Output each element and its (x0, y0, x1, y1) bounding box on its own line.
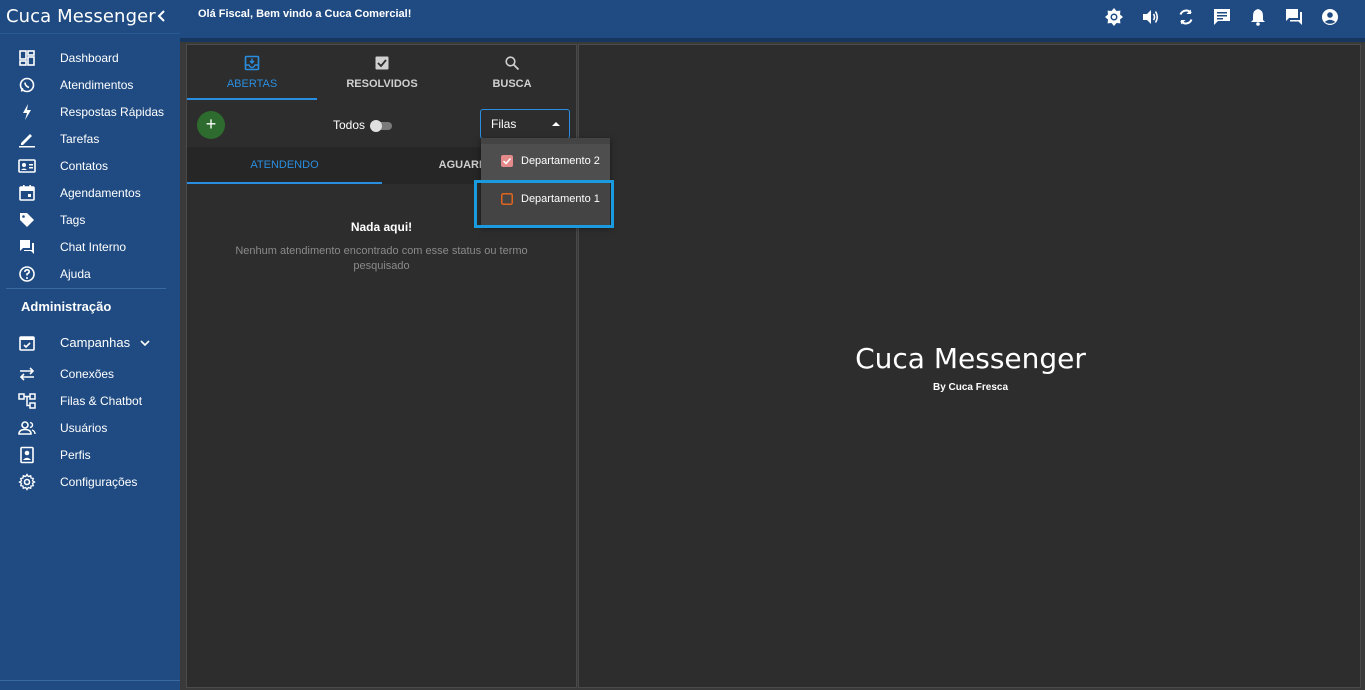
sidebar-item-chat-interno[interactable]: Chat Interno (0, 233, 180, 260)
sidebar-item-label: Dashboard (60, 50, 119, 65)
sidebar-item-configuracoes[interactable]: Configurações (0, 468, 180, 495)
todos-toggle[interactable] (370, 120, 392, 132)
refresh-icon[interactable] (1176, 7, 1196, 27)
topbar: Olá Fiscal, Bem vindo a Cuca Comercial! (180, 0, 1365, 38)
tab-label: BUSCA (492, 78, 532, 90)
hierarchy-icon (18, 392, 36, 409)
sidebar-item-respostas-rapidas[interactable]: Respostas Rápidas (0, 98, 180, 125)
sidebar-item-label: Usuários (60, 420, 108, 435)
sidebar-item-label: Contatos (60, 158, 109, 173)
checkbox-empty-icon[interactable] (501, 193, 513, 205)
sidebar-item-contatos[interactable]: Contatos (0, 152, 180, 179)
brightness-icon[interactable] (1104, 7, 1124, 27)
sidebar-item-label: Respostas Rápidas (60, 104, 165, 119)
empty-state-description: Nenhum atendimento encontrado com esse s… (235, 245, 528, 272)
add-ticket-button[interactable]: + (197, 111, 225, 139)
tab-resolvidos[interactable]: RESOLVIDOS (317, 45, 447, 100)
queue-select[interactable]: Filas (480, 109, 570, 139)
gear-icon (18, 472, 36, 491)
brand-byline: By Cuca Fresca (932, 382, 1009, 393)
people-icon (18, 420, 36, 435)
tickets-tabs: ABERTAS RESOLVIDOS BUSCA (187, 45, 576, 100)
sidebar-item-campanhas[interactable]: Campanhas (0, 329, 180, 356)
queue-select-value: Filas (491, 117, 517, 131)
sidebar-item-filas-chatbot[interactable]: Filas & Chatbot (0, 387, 180, 414)
active-subtab-indicator (187, 182, 382, 184)
toggle-knob (370, 120, 382, 132)
calendar-icon (19, 184, 35, 201)
sidebar-item-label: Tags (60, 212, 86, 227)
forum-icon (20, 239, 34, 254)
greeting-text: Olá Fiscal, Bem vindo a Cuca Comercial! (198, 8, 412, 20)
dashboard-icon (19, 49, 35, 66)
pencil-icon (19, 133, 35, 147)
queue-option-departamento-1[interactable]: Departamento 1 (481, 182, 610, 218)
tag-icon (20, 212, 34, 227)
lightning-icon (23, 103, 31, 120)
account-icon[interactable] (1320, 7, 1340, 27)
app-title: Cuca Messenger (6, 6, 156, 27)
inbox-icon (244, 55, 260, 71)
sidebar-item-perfis[interactable]: Perfis (0, 441, 180, 468)
sidebar-item-label: Conexões (60, 366, 115, 381)
sidebar-item-label: Ajuda (60, 266, 91, 281)
subtab-atendendo[interactable]: ATENDENDO (187, 147, 382, 184)
sidebar-item-usuarios[interactable]: Usuários (0, 414, 180, 441)
sidebar-item-label: Chat Interno (60, 239, 127, 254)
tab-busca[interactable]: BUSCA (447, 45, 577, 100)
sidebar: Cuca Messenger Dashboard Atendimentos Re… (0, 0, 180, 690)
sidebar-item-ajuda[interactable]: Ajuda (0, 260, 180, 287)
sidebar-item-conexoes[interactable]: Conexões (0, 360, 180, 387)
tab-label: RESOLVIDOS (346, 78, 418, 90)
queue-option-departamento-2[interactable]: Departamento 2 (481, 144, 610, 180)
sidebar-item-label: Agendamentos (60, 185, 141, 200)
sidebar-item-label: Configurações (60, 474, 138, 489)
sidebar-item-label: Atendimentos (60, 77, 134, 92)
checkbox-checked-icon (375, 56, 389, 70)
help-icon (19, 265, 35, 282)
chevron-down-icon[interactable] (139, 337, 151, 349)
chat-panel: Cuca Messenger By Cuca Fresca (578, 44, 1361, 688)
main-content: ABERTAS RESOLVIDOS BUSCA + Todos Filas A… (180, 42, 1365, 690)
caret-up-icon (552, 122, 560, 126)
sidebar-item-dashboard[interactable]: Dashboard (0, 44, 180, 71)
sidebar-item-label: Campanhas (60, 335, 131, 350)
sidebar-header: Cuca Messenger (0, 0, 180, 34)
swap-arrows-icon (19, 366, 35, 381)
queue-menu: Departamento 2 Departamento 1 (481, 138, 610, 226)
sidebar-item-label: Tarefas (60, 131, 100, 146)
bell-icon[interactable] (1248, 7, 1268, 27)
tab-label: ABERTAS (226, 78, 278, 90)
volume-icon[interactable] (1140, 7, 1160, 27)
chevron-left-icon[interactable] (154, 7, 170, 25)
subtab-label: ATENDENDO (250, 159, 319, 171)
search-icon (505, 56, 520, 71)
sidebar-item-tags[interactable]: Tags (0, 206, 180, 233)
tab-abertas[interactable]: ABERTAS (187, 45, 317, 100)
chat-icon[interactable] (1212, 7, 1232, 27)
todos-label: Todos (333, 118, 366, 132)
forum-icon[interactable] (1284, 7, 1304, 27)
checkbox-checked-icon[interactable] (501, 155, 513, 167)
brand-name: Cuca Messenger (855, 342, 1086, 375)
app: Cuca Messenger Dashboard Atendimentos Re… (0, 0, 1365, 690)
badge-icon (20, 446, 34, 463)
sidebar-item-label: Perfis (60, 447, 91, 462)
sidebar-divider (6, 288, 166, 289)
sidebar-item-atendimentos[interactable]: Atendimentos (0, 71, 180, 98)
whatsapp-icon (19, 77, 35, 92)
event-check-icon (19, 335, 35, 351)
sidebar-footer (0, 680, 180, 690)
sidebar-item-label: Filas & Chatbot (60, 393, 143, 408)
active-tab-indicator (187, 98, 317, 100)
sidebar-item-tarefas[interactable]: Tarefas (0, 125, 180, 152)
queue-option-label: Departamento 1 (521, 193, 600, 205)
queue-option-label: Departamento 2 (521, 155, 600, 167)
contact-card-icon (18, 158, 36, 173)
admin-section-title: Administração (21, 299, 112, 314)
sidebar-item-agendamentos[interactable]: Agendamentos (0, 179, 180, 206)
